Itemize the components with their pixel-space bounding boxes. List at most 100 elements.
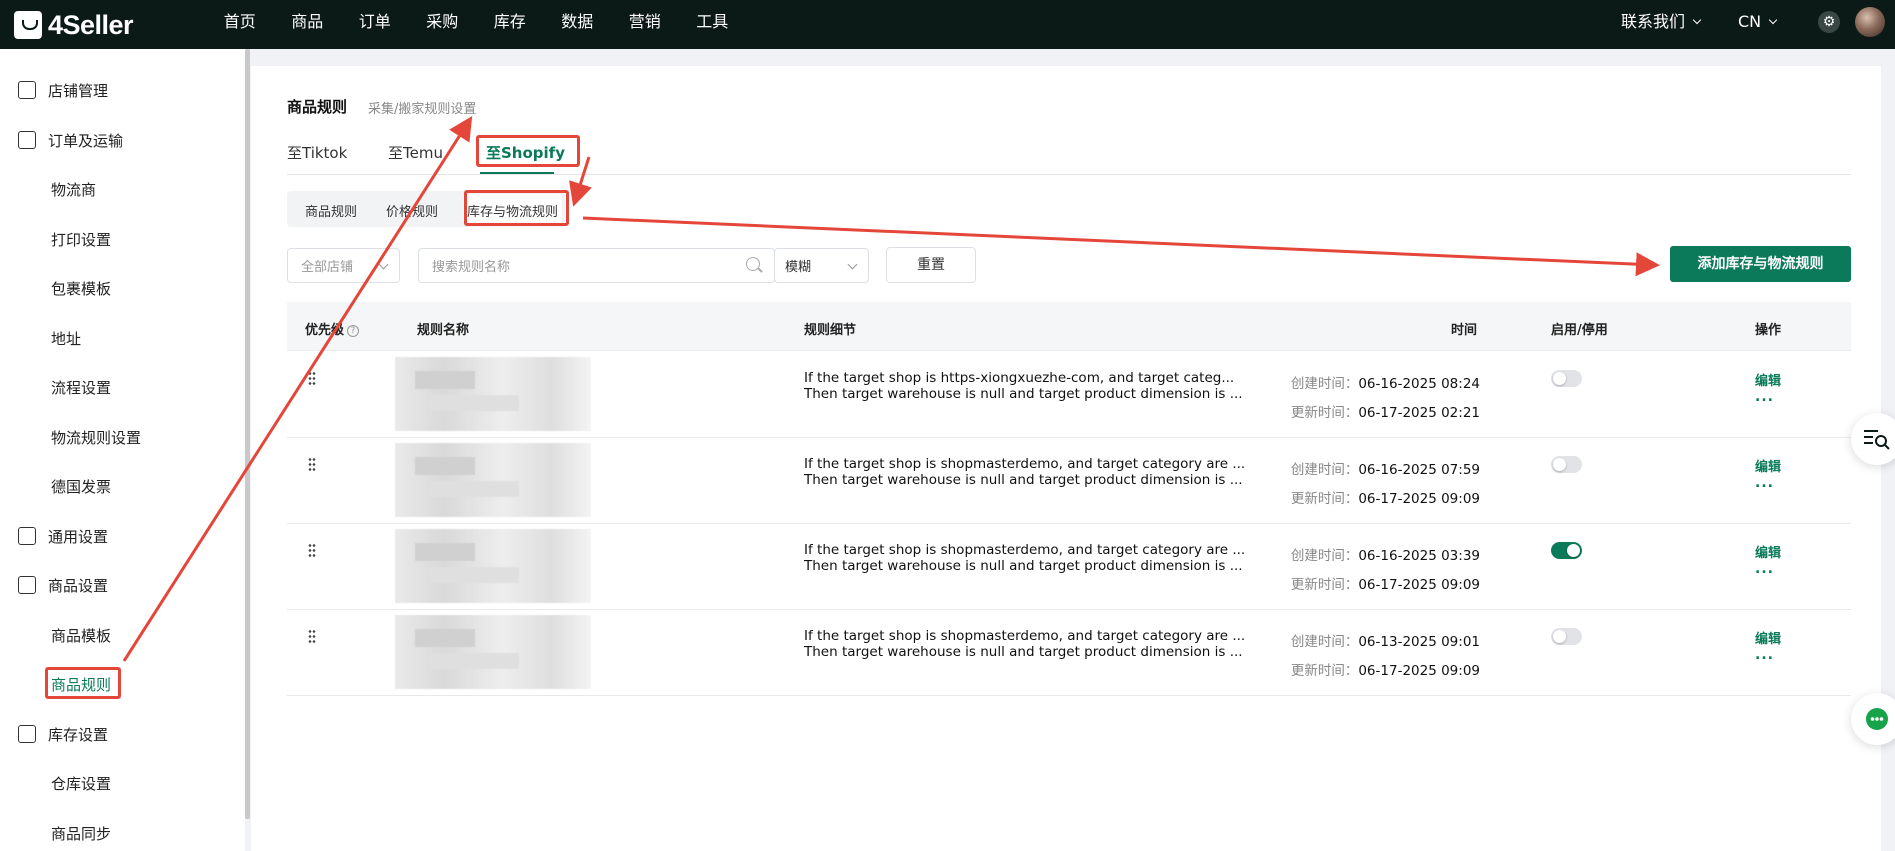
add-inventory-logistics-rule-button[interactable]: 添加库存与物流规则: [1670, 246, 1851, 282]
more-actions-link[interactable]: ...: [1755, 561, 1774, 577]
logo[interactable]: 4Seller: [14, 9, 134, 41]
sidebar-item-general-settings[interactable]: 通用设置: [0, 516, 245, 556]
nav-item-products[interactable]: 商品: [274, 0, 342, 43]
column-header-priority: 优先级?: [305, 319, 360, 338]
sidebar-item-product-templates[interactable]: 商品模板: [0, 615, 245, 655]
sidebar-item-carriers[interactable]: 物流商: [0, 169, 245, 209]
order-icon: [18, 131, 36, 149]
created-time-label: 创建时间：: [1290, 634, 1359, 650]
column-header-action: 操作: [1755, 323, 1782, 338]
rule-detail-line2: Then target warehouse is null and target…: [804, 644, 1243, 660]
nav-item-purchase[interactable]: 采购: [409, 0, 477, 43]
sidebar-scrollbar[interactable]: [245, 49, 250, 819]
edit-link[interactable]: 编辑: [1755, 628, 1781, 647]
logo-bag-icon: [14, 11, 42, 39]
updated-time: 更新时间：06-17-2025 09:09: [1291, 573, 1480, 593]
column-header-detail: 规则细节: [804, 323, 857, 338]
sidebar-item-workflow[interactable]: 流程设置: [0, 367, 245, 407]
rule-name-redacted: [395, 529, 591, 603]
drag-handle-icon[interactable]: [308, 543, 316, 557]
avatar[interactable]: [1855, 7, 1885, 37]
tab-shopify[interactable]: 至Shopify: [486, 142, 565, 163]
table-header: [287, 302, 1851, 351]
nav-item-home[interactable]: 首页: [206, 0, 274, 43]
column-header-time: 时间: [1451, 323, 1478, 338]
rule-detail-line1: If the target shop is https-xiongxuezhe-…: [804, 370, 1235, 386]
drag-handle-icon[interactable]: [308, 629, 316, 643]
nav-item-tools[interactable]: 工具: [679, 0, 747, 43]
tabs-divider: [287, 174, 1851, 175]
language-menu[interactable]: CN: [1738, 0, 1778, 43]
chevron-down-icon: [1692, 15, 1702, 24]
sidebar-item-german-invoice[interactable]: 德国发票: [0, 466, 245, 506]
enable-toggle[interactable]: [1551, 370, 1582, 387]
more-actions-link[interactable]: ...: [1755, 647, 1774, 663]
search-list-float-button[interactable]: [1851, 413, 1895, 465]
store-select[interactable]: 全部店铺: [287, 248, 400, 283]
more-actions-link[interactable]: ...: [1755, 475, 1774, 491]
enable-toggle[interactable]: [1551, 542, 1582, 559]
sidebar-item-store-management[interactable]: 店铺管理: [0, 70, 245, 110]
tab-temu[interactable]: 至Temu: [388, 142, 443, 163]
contact-us-menu[interactable]: 联系我们: [1621, 0, 1702, 43]
drag-handle-icon[interactable]: [308, 371, 316, 385]
sidebar-item-address[interactable]: 地址: [0, 318, 245, 358]
sidebar-item-warehouse-settings[interactable]: 仓库设置: [0, 763, 245, 803]
subtab-product-rules[interactable]: 商品规则: [305, 201, 357, 220]
sidebar-item-product-sync[interactable]: 商品同步: [0, 813, 245, 851]
sidebar-item-package-templates[interactable]: 包裹模板: [0, 268, 245, 308]
sidebar-item-logistics-rules[interactable]: 物流规则设置: [0, 417, 245, 457]
search-input[interactable]: 搜索规则名称: [418, 248, 775, 283]
created-time: 创建时间：06-13-2025 09:01: [1291, 630, 1480, 650]
subtab-inventory-logistics-rules[interactable]: 库存与物流规则: [467, 201, 558, 220]
updated-time: 更新时间：06-17-2025 09:09: [1291, 487, 1480, 507]
chevron-down-icon: [1768, 15, 1778, 24]
store-select-placeholder: 全部店铺: [301, 260, 354, 275]
language-label: CN: [1738, 12, 1762, 31]
rule-detail-line1: If the target shop is shopmasterdemo, an…: [804, 628, 1246, 644]
page-title: 商品规则: [287, 98, 348, 116]
edit-link[interactable]: 编辑: [1755, 456, 1781, 475]
sidebar-item-label: 库存设置: [48, 725, 109, 744]
sidebar-item-orders-shipping[interactable]: 订单及运输: [0, 120, 245, 160]
match-mode-select[interactable]: 模糊: [774, 248, 869, 283]
created-time: 创建时间：06-16-2025 03:39: [1291, 544, 1480, 564]
drag-handle-icon[interactable]: [308, 457, 316, 471]
chat-float-button[interactable]: [1851, 693, 1895, 745]
main-nav: 首页 商品 订单 采购 库存 数据 营销 工具: [206, 0, 746, 43]
sidebar-item-print-settings[interactable]: 打印设置: [0, 219, 245, 259]
updated-time-label: 更新时间：: [1290, 491, 1359, 507]
printer-icon: [18, 527, 36, 545]
sidebar: 店铺管理 订单及运输 物流商 打印设置 包裹模板 地址 流程设置 物流规则设置 …: [0, 49, 245, 851]
rule-name-redacted: [395, 443, 591, 517]
chevron-down-icon: [847, 259, 858, 270]
gear-icon[interactable]: ⚙: [1818, 11, 1840, 33]
more-actions-link[interactable]: ...: [1755, 389, 1774, 405]
logo-text: 4Seller: [48, 9, 134, 40]
nav-item-orders[interactable]: 订单: [341, 0, 409, 43]
rule-detail: If the target shop is shopmasterdemo, an…: [804, 542, 1245, 574]
inventory-icon: [18, 725, 36, 743]
reset-button[interactable]: 重置: [886, 247, 976, 283]
store-icon: [18, 81, 36, 99]
sidebar-item-label: 订单及运输: [48, 131, 124, 150]
sidebar-item-inventory-settings[interactable]: 库存设置: [0, 714, 245, 754]
edit-link[interactable]: 编辑: [1755, 542, 1781, 561]
enable-toggle[interactable]: [1551, 628, 1582, 645]
search-icon[interactable]: [746, 257, 760, 271]
updated-time: 更新时间：06-17-2025 02:21: [1291, 401, 1480, 421]
tab-tiktok[interactable]: 至Tiktok: [287, 142, 347, 163]
sidebar-item-label: 商品设置: [48, 576, 109, 595]
contact-us-label: 联系我们: [1621, 12, 1686, 31]
enable-toggle[interactable]: [1551, 456, 1582, 473]
help-icon[interactable]: ?: [347, 325, 360, 337]
edit-link[interactable]: 编辑: [1755, 370, 1781, 389]
column-header-priority-label: 优先级: [305, 323, 345, 338]
subtab-price-rules[interactable]: 价格规则: [386, 201, 438, 220]
chevron-down-icon: [378, 259, 389, 270]
nav-item-inventory[interactable]: 库存: [476, 0, 544, 43]
nav-item-data[interactable]: 数据: [544, 0, 612, 43]
sidebar-item-product-rules[interactable]: 商品规则: [0, 664, 245, 704]
sidebar-item-product-settings[interactable]: 商品设置: [0, 565, 245, 605]
nav-item-marketing[interactable]: 营销: [611, 0, 679, 43]
